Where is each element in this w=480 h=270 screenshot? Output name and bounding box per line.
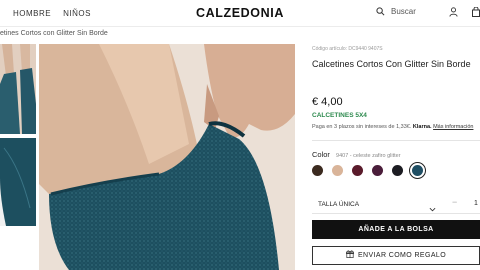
gift-button-label: ENVIAR COMO REGALO [357, 252, 447, 259]
quantity-value: 1 [474, 200, 478, 207]
klarna-more-info-link[interactable]: Más información [433, 124, 473, 130]
send-as-gift-button[interactable]: ENVIAR COMO REGALO [312, 246, 480, 265]
search-label: Buscar [391, 7, 416, 16]
site-header: HOMBRE NIÑOS CALZEDONIA Buscar [0, 0, 480, 27]
breadcrumb[interactable]: etines Cortos con Glitter Sin Borde [0, 30, 108, 37]
add-to-bag-button[interactable]: AÑADE A LA BOLSA [312, 220, 480, 239]
chevron-down-icon[interactable] [429, 200, 436, 218]
color-label: Color 9407 - celeste zafiro glitter [312, 150, 401, 159]
swatch-negro[interactable] [392, 165, 403, 176]
swatch-burdeos[interactable] [352, 165, 363, 176]
size-label: TALLA ÚNICA [318, 201, 360, 208]
color-heading: Color [312, 150, 330, 159]
search-button[interactable]: Buscar [376, 7, 416, 16]
product-reference: Código artículo: DC9440 9407S [312, 46, 383, 52]
product-price: € 4,00 [312, 96, 343, 108]
swatch-celeste-zafiro-glitter[interactable] [409, 162, 426, 179]
swatch-ciruela[interactable] [372, 165, 383, 176]
bag-icon[interactable] [472, 7, 480, 17]
color-code: 9407 - celeste zafiro glitter [336, 153, 401, 159]
gallery-thumbnail-1[interactable] [0, 44, 36, 134]
product-title: Calcetines Cortos Con Glitter Sin Borde [312, 59, 471, 69]
promo-badge: CALCETINES 5X4 [312, 112, 367, 119]
size-selector[interactable]: TALLA ÚNICA − 1 [312, 195, 480, 214]
gift-icon [345, 250, 358, 259]
search-icon [376, 7, 385, 16]
divider [312, 140, 480, 141]
klarna-info: Paga en 3 plazos sin intereses de 1,33€.… [312, 124, 473, 130]
swatch-beige[interactable] [332, 165, 343, 176]
user-icon[interactable] [449, 7, 458, 17]
klarna-brand: Klarna. [412, 124, 432, 130]
swatch-marron-oscuro[interactable] [312, 165, 323, 176]
gallery-thumbnail-2[interactable] [0, 138, 36, 226]
klarna-text: Paga en 3 plazos sin intereses de 1,33€. [312, 124, 412, 130]
quantity-decrease-button[interactable]: − [452, 197, 457, 207]
color-swatches [312, 162, 426, 179]
product-main-image[interactable] [39, 44, 295, 270]
